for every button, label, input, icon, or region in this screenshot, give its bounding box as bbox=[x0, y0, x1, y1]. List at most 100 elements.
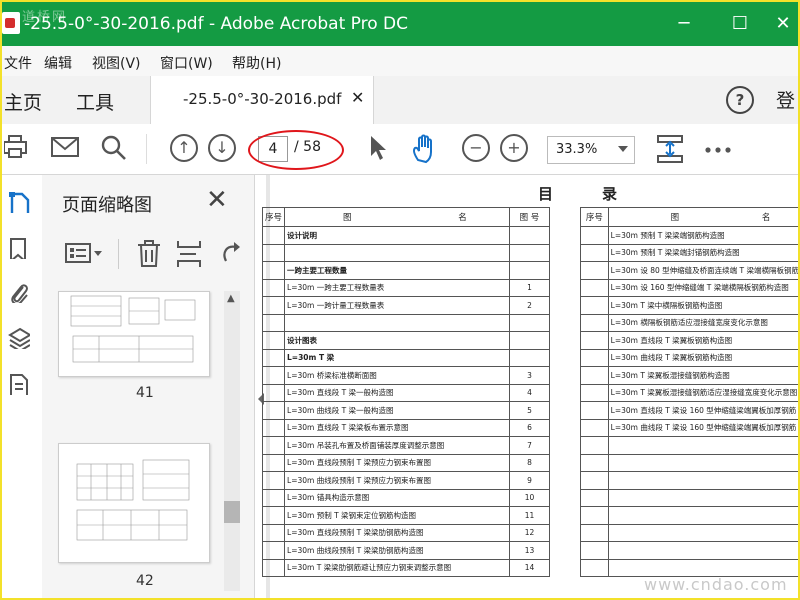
toc-left-index-cell bbox=[261, 366, 286, 385]
toc-left-row bbox=[261, 313, 551, 332]
thumbnail-page-41[interactable] bbox=[58, 291, 210, 377]
toc-left-number-cell: 8 bbox=[508, 453, 551, 472]
toc-right-name-cell: L=30m 设 160 型伸缩缝端 T 梁端横隔板钢筋构造图 bbox=[607, 278, 798, 297]
toc-left-number-cell: 2 bbox=[508, 296, 551, 315]
document-view[interactable]: 目 录 序号 图 名 图 号 设计说明 一跨主要工程数量 L=30m 一跨主要工程数… bbox=[261, 175, 798, 598]
insert-page-icon[interactable] bbox=[176, 239, 204, 269]
toolbar-separator bbox=[146, 134, 147, 164]
more-options-icon[interactable] bbox=[704, 146, 732, 154]
toc-right-index-cell bbox=[580, 348, 609, 367]
toc-left-index-cell bbox=[261, 261, 286, 280]
maximize-button[interactable]: ☐ bbox=[718, 10, 762, 38]
toc-left-name-cell: 一跨主要工程数量 bbox=[284, 261, 510, 280]
content-icon[interactable] bbox=[8, 373, 30, 395]
delete-page-icon[interactable] bbox=[136, 239, 162, 269]
toc-left-row: L=30m T 梁梁肋钢筋避让预应力钢束调整示意图 14 bbox=[261, 558, 551, 577]
toc-left-row: L=30m 直线段 T 梁一般构造图 4 bbox=[261, 383, 551, 402]
acrobat-app-icon bbox=[2, 12, 20, 34]
hand-tool-icon[interactable] bbox=[410, 134, 440, 164]
toc-left-row: L=30m T 梁 bbox=[261, 348, 551, 367]
close-window-button[interactable]: ✕ bbox=[768, 10, 798, 38]
toc-right-name-cell bbox=[607, 471, 798, 490]
next-page-icon[interactable]: ↓ bbox=[208, 134, 236, 162]
email-icon[interactable] bbox=[50, 134, 80, 160]
thumbnail-42-label: 42 bbox=[136, 573, 154, 589]
tab-document[interactable]: -25.5-0°-30-2016.pdf ✕ bbox=[150, 76, 374, 124]
toc-right-name-cell: L=30m 预制 T 梁梁端封锚钢筋构造图 bbox=[607, 243, 798, 262]
toc-right-name-cell: L=30m 曲线段 T 梁设 160 型伸缩缝梁端翼板加厚钢筋 bbox=[607, 418, 798, 437]
toc-right-name-cell bbox=[607, 558, 798, 577]
toc-right-row bbox=[580, 506, 798, 525]
thumbnail-scrollbar[interactable]: ▲ bbox=[224, 291, 240, 591]
toc-left-index-cell bbox=[261, 348, 286, 367]
menu-view[interactable]: 视图(V) bbox=[92, 53, 141, 73]
attachment-icon[interactable] bbox=[8, 281, 30, 303]
toc-left-row: 设计图表 bbox=[261, 331, 551, 350]
page-thumbnails-icon[interactable] bbox=[8, 191, 30, 213]
toc-right-index-cell bbox=[580, 523, 609, 542]
toc-right-index-cell bbox=[580, 401, 609, 420]
toc-left-index-cell bbox=[261, 453, 286, 472]
toc-right-row bbox=[580, 471, 798, 490]
menu-edit[interactable]: 编辑 bbox=[44, 53, 72, 73]
toc-left-row: L=30m 预制 T 梁钢束定位钢筋构造图 11 bbox=[261, 506, 551, 525]
zoom-in-icon[interactable]: + bbox=[500, 134, 528, 162]
toc-left-row: L=30m 一跨计量工程数量表 2 bbox=[261, 296, 551, 315]
toc-left-index-cell bbox=[261, 278, 286, 297]
login-link[interactable]: 登 bbox=[776, 86, 795, 113]
toolbar: ↑ ↓ 4 / 58 − + 33.3% bbox=[2, 124, 798, 175]
toc-right-index-cell bbox=[580, 488, 609, 507]
toc-left-row: L=30m 曲线段预制 T 梁预应力钢束布置图 9 bbox=[261, 471, 551, 490]
toc-right-row: L=30m 直线段 T 梁翼板钢筋构造图 bbox=[580, 331, 798, 350]
close-tab-icon[interactable]: ✕ bbox=[351, 88, 364, 107]
toc-right-row: L=30m T 梁翼板湿接缝钢筋适应湿接缝宽度变化示意图 bbox=[580, 383, 798, 402]
menu-file[interactable]: 文件 bbox=[4, 53, 32, 73]
search-icon[interactable] bbox=[100, 134, 128, 162]
toc-left-number-cell bbox=[508, 313, 551, 332]
tab-home[interactable]: 主页 bbox=[4, 88, 42, 115]
thumbnail-page-42[interactable] bbox=[58, 443, 210, 563]
menu-window[interactable]: 窗口(W) bbox=[160, 53, 213, 73]
toc-left-index-cell bbox=[261, 226, 286, 245]
toc-left-number-cell: 6 bbox=[508, 418, 551, 437]
rotate-page-icon[interactable] bbox=[220, 241, 242, 267]
scrollbar-thumb[interactable] bbox=[224, 501, 240, 523]
minimize-button[interactable]: ─ bbox=[662, 10, 706, 38]
toc-right-row bbox=[580, 453, 798, 472]
toc-right-row: L=30m 曲线段 T 梁翼板钢筋构造图 bbox=[580, 348, 798, 367]
thumbnail-toolbar-separator bbox=[118, 239, 119, 269]
layers-icon[interactable] bbox=[8, 327, 30, 349]
bookmark-icon[interactable] bbox=[8, 237, 30, 259]
toc-left-number-cell: 5 bbox=[508, 401, 551, 420]
toc-left-table: 序号 图 名 图 号 设计说明 一跨主要工程数量 L=30m 一跨主要工程数量表 1 L… bbox=[261, 207, 551, 577]
toc-right-row bbox=[580, 488, 798, 507]
toc-right-index-cell bbox=[580, 453, 609, 472]
toc-left-number-cell: 14 bbox=[508, 558, 551, 577]
select-cursor-icon[interactable] bbox=[368, 134, 388, 162]
previous-page-icon[interactable]: ↑ bbox=[170, 134, 198, 162]
app-frame: 道桥网 -25.5-0°-30-2016.pdf - Adobe Acrobat… bbox=[0, 0, 800, 600]
close-panel-icon[interactable]: ✕ bbox=[206, 185, 228, 215]
zoom-level-select[interactable]: 33.3% bbox=[547, 136, 635, 164]
toc-left-index-cell bbox=[261, 313, 286, 332]
toc-heading-second: 录 bbox=[602, 185, 618, 203]
toc-right-index-cell bbox=[580, 383, 609, 402]
tab-tools[interactable]: 工具 bbox=[76, 88, 114, 115]
scroll-up-icon[interactable]: ▲ bbox=[227, 293, 235, 304]
toc-left-index-cell bbox=[261, 506, 286, 525]
toc-right-row bbox=[580, 436, 798, 455]
fit-page-icon[interactable] bbox=[656, 134, 684, 164]
toc-left-row: L=30m 吊装孔布置及桥面铺装厚度调整示意图 7 bbox=[261, 436, 551, 455]
toc-right-header-name-second: 名 bbox=[761, 213, 771, 223]
zoom-out-icon[interactable]: − bbox=[462, 134, 490, 162]
menu-help[interactable]: 帮助(H) bbox=[232, 53, 281, 73]
toc-left-row: L=30m 曲线段 T 梁一般构造图 5 bbox=[261, 401, 551, 420]
site-url-watermark: www.cndao.com bbox=[644, 575, 788, 594]
toc-left-number-cell bbox=[508, 226, 551, 245]
print-icon[interactable] bbox=[4, 134, 30, 160]
toc-left-row: L=30m 曲线段预制 T 梁梁肋钢筋构造图 13 bbox=[261, 541, 551, 560]
toc-right-index-cell bbox=[580, 418, 609, 437]
thumbnail-options-icon[interactable] bbox=[64, 241, 104, 267]
help-icon[interactable]: ? bbox=[726, 86, 754, 114]
toc-left-index-cell bbox=[261, 418, 286, 437]
